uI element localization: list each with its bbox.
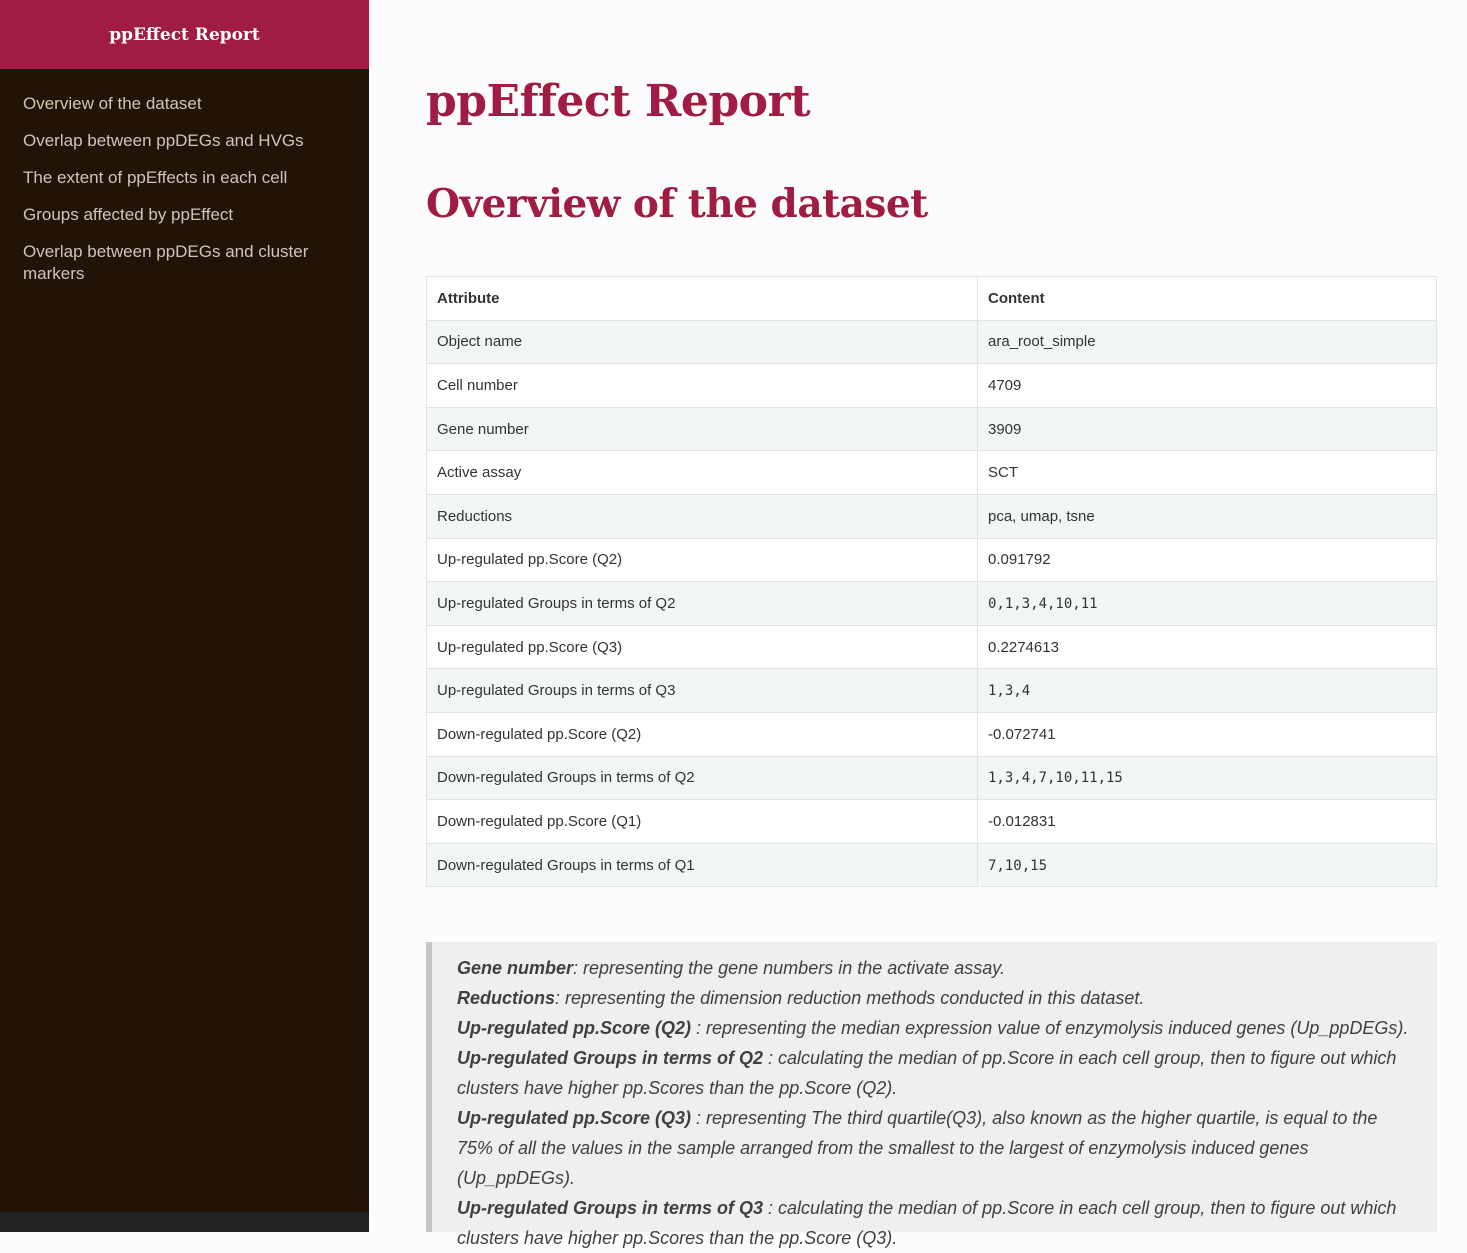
cell-attribute: Up-regulated pp.Score (Q3)	[426, 624, 978, 670]
notes-blockquote: Gene number: representing the gene numbe…	[426, 942, 1437, 1248]
cell-attribute: Down-regulated pp.Score (Q2)	[426, 711, 978, 757]
note-item: Gene number: representing the gene numbe…	[457, 953, 1417, 983]
cell-content: ara_root_simple	[977, 319, 1437, 365]
cell-content: 3909	[977, 406, 1437, 452]
table-row: Object name ara_root_simple	[426, 319, 1437, 365]
table-header-row: Attribute Content	[426, 276, 1437, 321]
note-text: : representing the median expression val…	[691, 1018, 1409, 1038]
note-term: Reductions	[457, 988, 556, 1008]
sidebar-nav: Overview of the dataset Overlap between …	[0, 69, 369, 285]
section-title: Overview of the dataset	[426, 181, 928, 227]
cell-attribute: Active assay	[426, 450, 978, 495]
cell-attribute: Down-regulated Groups in terms of Q2	[426, 755, 978, 801]
sidebar-item-overview[interactable]: Overview of the dataset	[23, 93, 346, 115]
cell-content: -0.072741	[977, 711, 1437, 757]
table-row: Up-regulated pp.Score (Q2) 0.091792	[426, 537, 1437, 583]
cell-attribute: Up-regulated Groups in terms of Q2	[426, 581, 978, 626]
cell-content: 1,3,4	[977, 668, 1437, 713]
sidebar-item-overlap-markers[interactable]: Overlap between ppDEGs and cluster marke…	[23, 241, 346, 285]
note-item: Up-regulated pp.Score (Q2) : representin…	[457, 1013, 1417, 1043]
table-row: Up-regulated Groups in terms of Q3 1,3,4	[426, 668, 1437, 713]
table-row: Cell number 4709	[426, 363, 1437, 408]
note-term: Up-regulated pp.Score (Q2)	[457, 1018, 692, 1038]
cell-content: SCT	[977, 450, 1437, 495]
cell-content: 7,10,15	[977, 842, 1437, 888]
sidebar: ppEffect Report Overview of the dataset …	[0, 0, 369, 1232]
table-row: Gene number 3909	[426, 406, 1437, 452]
note-text: : representing the gene numbers in the a…	[573, 958, 1005, 978]
sidebar-title[interactable]: ppEffect Report	[0, 0, 369, 69]
table-row: Down-regulated pp.Score (Q2) -0.072741	[426, 711, 1437, 757]
cell-attribute: Object name	[426, 319, 978, 365]
cell-content: -0.012831	[977, 799, 1437, 844]
code-value: 1,3,4,7,10,11,15	[988, 770, 1123, 787]
note-item: Reductions: representing the dimension r…	[457, 983, 1417, 1013]
note-term: Up-regulated Groups in terms of Q2	[457, 1048, 764, 1068]
table-body: Object name ara_root_simple Cell number 470…	[426, 319, 1437, 888]
overview-table: Attribute Content Object name ara_root_si…	[426, 276, 1437, 888]
cell-attribute: Cell number	[426, 363, 978, 408]
header-content: Content	[977, 276, 1437, 321]
header-attribute: Attribute	[426, 276, 978, 321]
table-row: Up-regulated Groups in terms of Q2 0,1,3,…	[426, 581, 1437, 626]
sidebar-item-extent-ppeffects[interactable]: The extent of ppEffects in each cell	[23, 167, 346, 189]
cell-attribute: Up-regulated pp.Score (Q2)	[426, 537, 978, 583]
note-term: Up-regulated Groups in terms of Q3	[457, 1198, 764, 1218]
note-item: Up-regulated Groups in terms of Q2 : cal…	[457, 1043, 1417, 1103]
note-item: Up-regulated pp.Score (Q3) : representin…	[457, 1103, 1417, 1193]
note-term: Gene number	[457, 958, 574, 978]
code-value: 7,10,15	[988, 857, 1048, 874]
sidebar-footer	[0, 1212, 369, 1232]
note-item: Up-regulated Groups in terms of Q3 : cal…	[457, 1193, 1417, 1253]
cell-attribute: Down-regulated Groups in terms of Q1	[426, 842, 978, 888]
note-text: : representing the dimension reduction m…	[555, 988, 1145, 1008]
table-row: Active assay SCT	[426, 450, 1437, 495]
table-row: Down-regulated Groups in terms of Q1 7,10…	[426, 842, 1437, 888]
table-row: Down-regulated Groups in terms of Q2 1,3,…	[426, 755, 1437, 801]
cell-content: 0,1,3,4,10,11	[977, 581, 1437, 626]
page-title: ppEffect Report	[426, 76, 811, 127]
cell-content: 0.091792	[977, 537, 1437, 583]
code-value: 1,3,4	[988, 683, 1031, 700]
cell-attribute: Gene number	[426, 406, 978, 452]
sidebar-item-overlap-hvgs[interactable]: Overlap between ppDEGs and HVGs	[23, 130, 346, 152]
cell-content: 4709	[977, 363, 1437, 408]
table-row: Reductions pca, umap, tsne	[426, 493, 1437, 539]
code-value: 0,1,3,4,10,11	[988, 595, 1098, 612]
sidebar-item-groups-affected[interactable]: Groups affected by ppEffect	[23, 204, 346, 226]
cell-content: pca, umap, tsne	[977, 493, 1437, 539]
table-row: Up-regulated pp.Score (Q3) 0.2274613	[426, 624, 1437, 670]
table-row: Down-regulated pp.Score (Q1) -0.012831	[426, 799, 1437, 844]
cell-attribute: Reductions	[426, 493, 978, 539]
cell-attribute: Down-regulated pp.Score (Q1)	[426, 799, 978, 844]
note-term: Up-regulated pp.Score (Q3)	[457, 1108, 692, 1128]
cell-content: 1,3,4,7,10,11,15	[977, 755, 1437, 801]
notes-list: Gene number: representing the gene numbe…	[457, 953, 1417, 1253]
cell-attribute: Up-regulated Groups in terms of Q3	[426, 668, 978, 713]
cell-content: 0.2274613	[977, 624, 1437, 670]
